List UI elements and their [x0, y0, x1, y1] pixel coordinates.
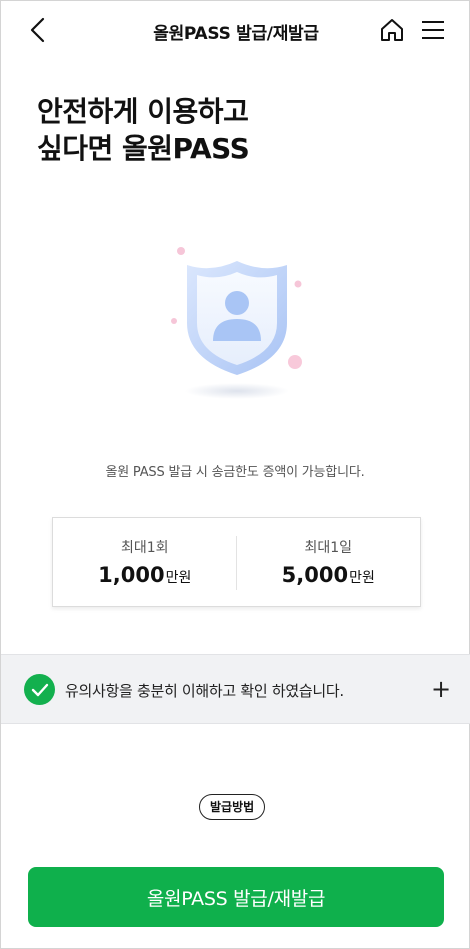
- limit-unit: 만원: [349, 570, 375, 586]
- limit-value: 1,000만원: [98, 563, 191, 587]
- home-icon: [381, 19, 403, 41]
- shield-illustration: [161, 235, 311, 405]
- limit-description: 올원 PASS 발급 시 송금한도 증액이 가능합니다.: [105, 465, 365, 480]
- check-icon: [31, 683, 48, 696]
- limit-amount: 1,000: [98, 563, 165, 587]
- transfer-limit-card: 최대1회 1,000만원 최대1일 5,000만원: [52, 517, 421, 607]
- limit-value: 5,000만원: [282, 563, 375, 587]
- terms-agreement-row[interactable]: 유의사항을 충분히 이해하고 확인 하였습니다. +: [1, 654, 470, 724]
- limit-label: 최대1회: [120, 540, 169, 556]
- hamburger-menu-icon: [422, 21, 444, 39]
- headline-line-1: 안전하게 이용하고: [37, 95, 249, 128]
- issue-pass-button[interactable]: 올원PASS 발급/재발급: [28, 867, 444, 927]
- agreement-checkbox[interactable]: [24, 674, 55, 705]
- headline-line-2: 싶다면 올원PASS: [37, 132, 250, 165]
- top-bar: 올원PASS 발급/재발급: [1, 1, 470, 61]
- app-screen: 올원PASS 발급/재발급 안전하게 이용하고 싶다면 올원PASS 올원 PA…: [0, 0, 470, 949]
- headline: 안전하게 이용하고 싶다면 올원PASS: [37, 93, 250, 167]
- agreement-text: 유의사항을 충분히 이해하고 확인 하였습니다.: [65, 682, 344, 700]
- limit-label: 최대1일: [304, 540, 353, 556]
- limit-amount: 5,000: [281, 563, 349, 587]
- shield-user-icon: [171, 247, 302, 399]
- expand-button[interactable]: +: [429, 675, 453, 703]
- limit-unit: 만원: [165, 570, 192, 586]
- limit-per-day: 최대1일 5,000만원: [237, 518, 421, 606]
- limit-per-transfer: 최대1회 1,000만원: [53, 518, 237, 606]
- home-button[interactable]: [377, 15, 407, 45]
- issue-method-button[interactable]: 발급방법: [199, 794, 266, 820]
- card-divider: [236, 536, 237, 590]
- menu-button[interactable]: [417, 15, 449, 45]
